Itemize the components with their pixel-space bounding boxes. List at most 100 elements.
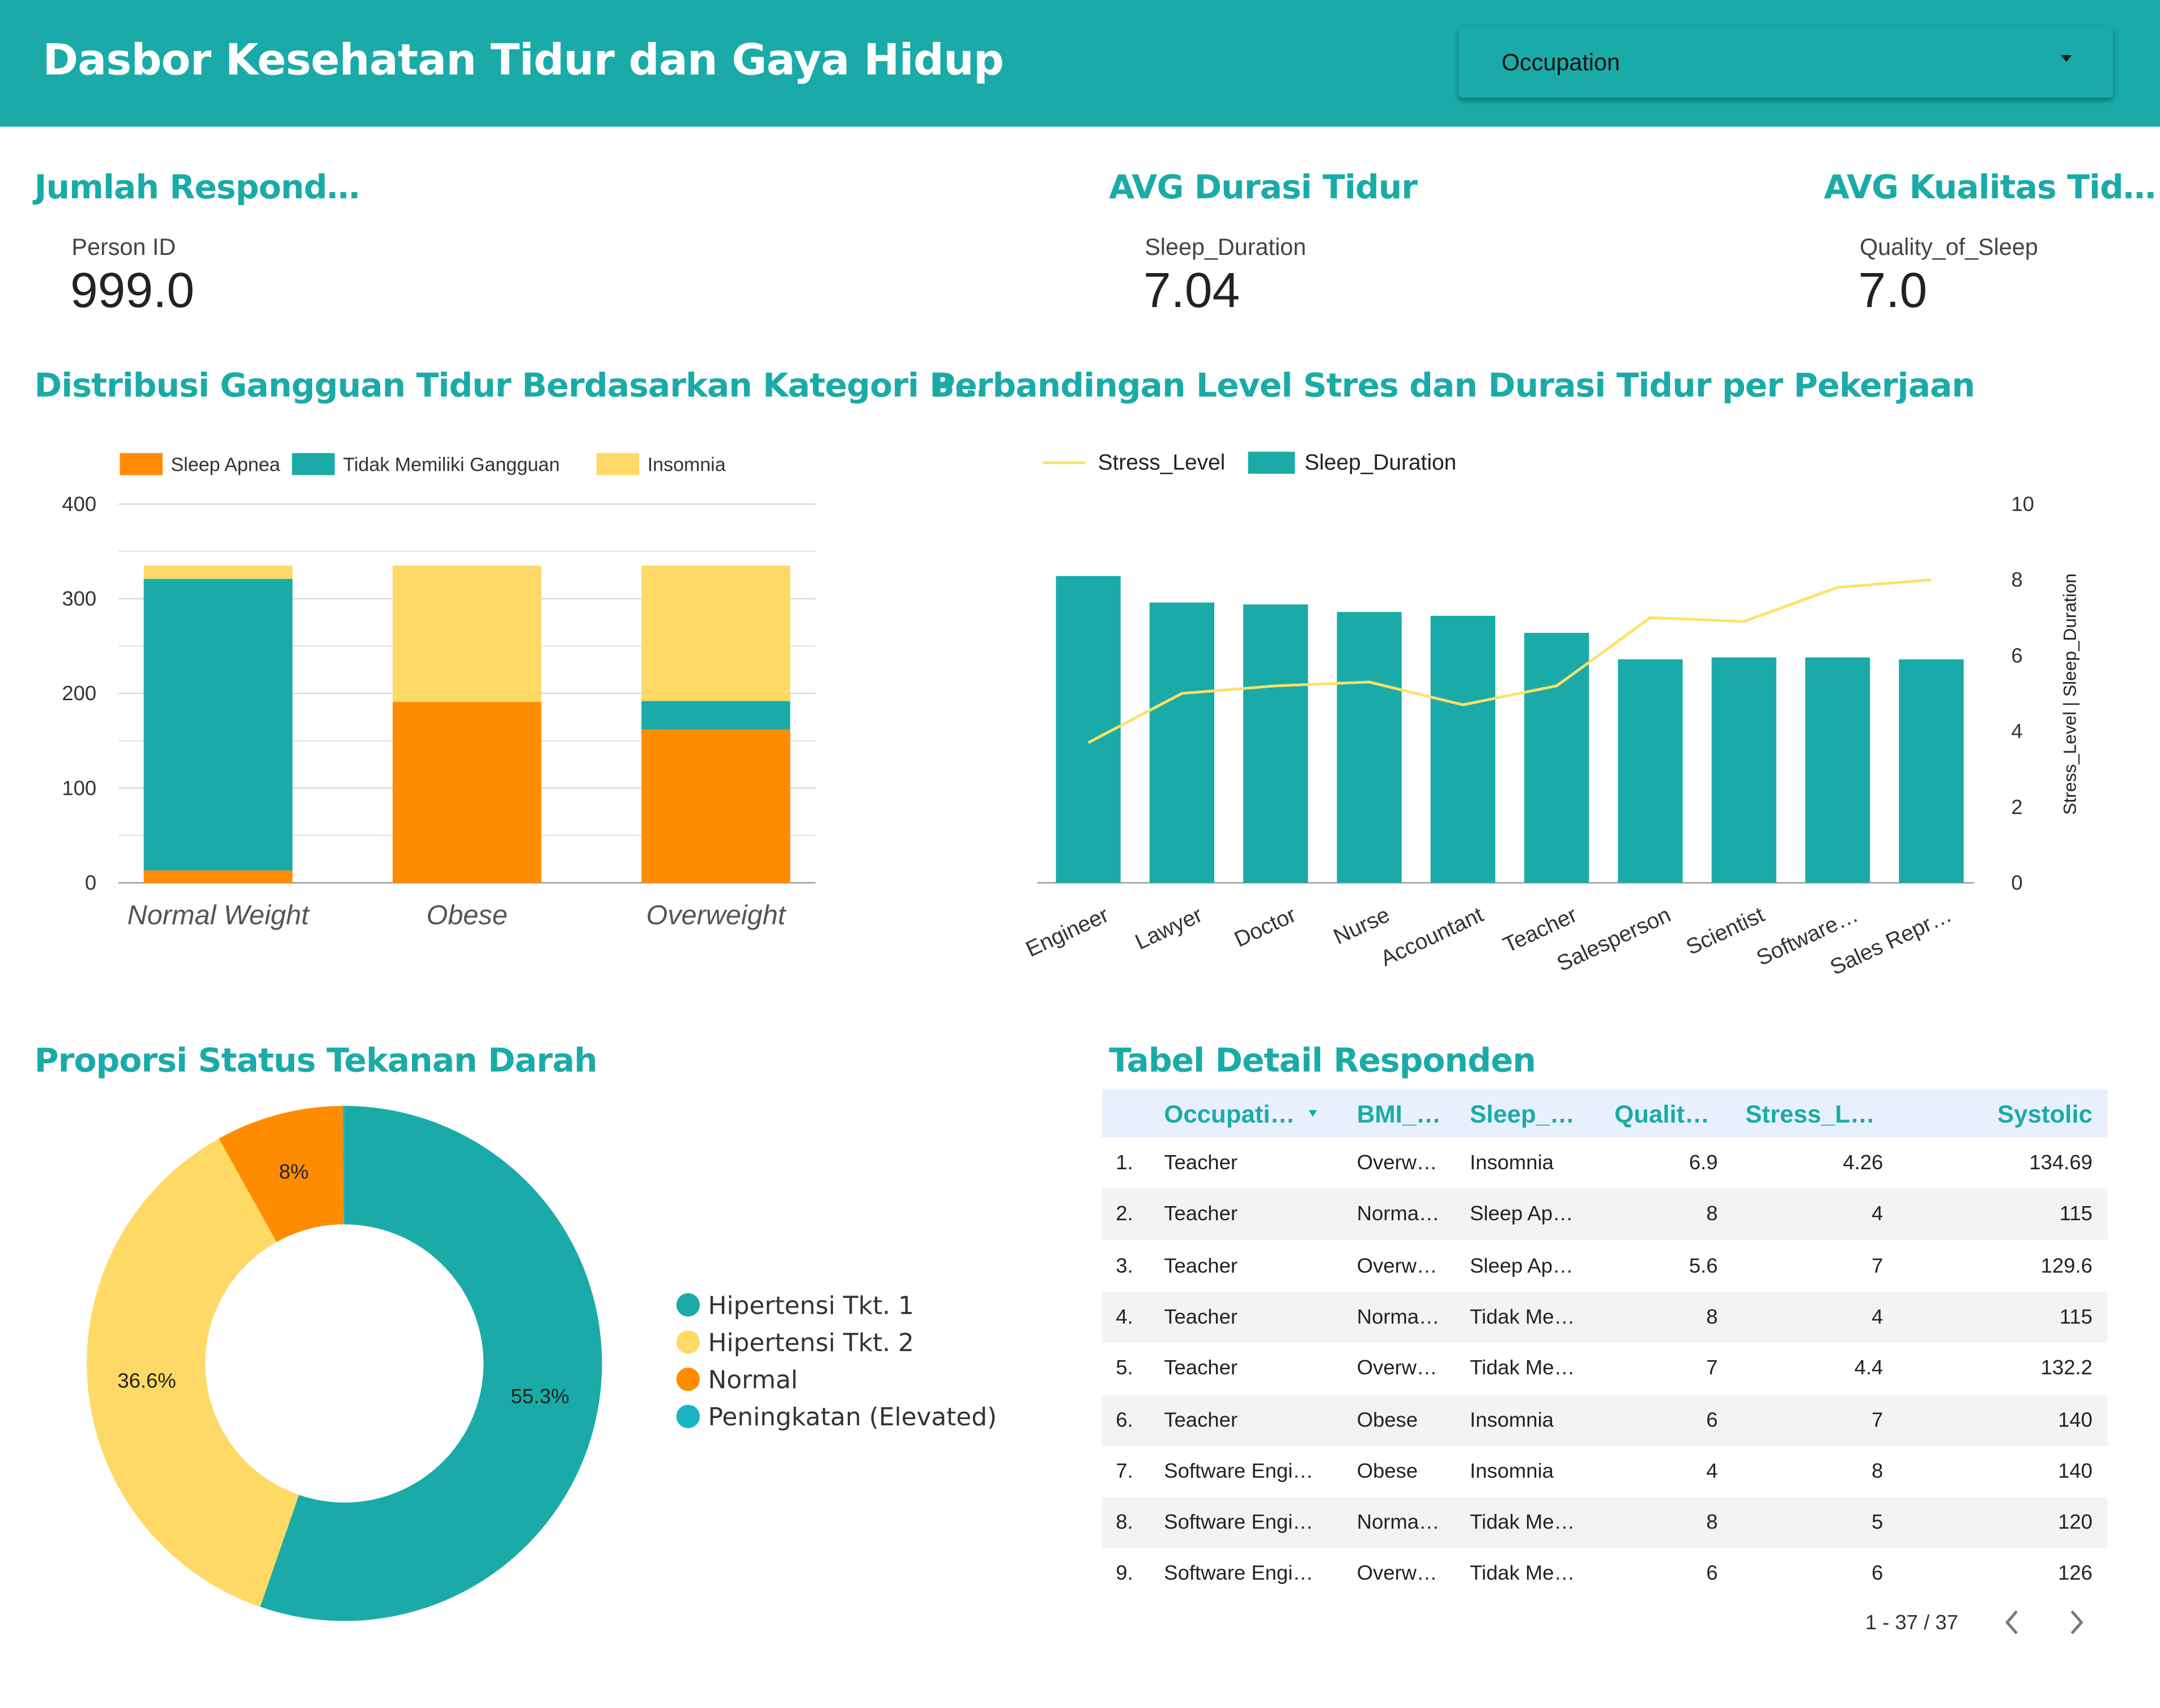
table-cell: Overw… xyxy=(1357,1151,1438,1175)
column-header-stress[interactable]: Stress_L… xyxy=(1745,1100,1883,1129)
y-tick-label: 400 xyxy=(62,492,96,516)
bar xyxy=(1899,659,1964,883)
row-index: 4. xyxy=(1116,1305,1133,1329)
table-row[interactable]: 1. Teacher Overw… Insomnia 6.9 4.26 134.69 xyxy=(1102,1138,2108,1189)
table-row[interactable]: 2. Teacher Norma… Sleep Ap… 8 4 115 xyxy=(1102,1189,2108,1240)
column-header-bmi[interactable]: BMI_… xyxy=(1357,1100,1453,1129)
row-index: 2. xyxy=(1116,1203,1133,1226)
x-tick-label: Accountant xyxy=(1377,902,1487,971)
bar-segment xyxy=(641,729,790,883)
table-cell: Tidak Me… xyxy=(1469,1511,1575,1535)
chevron-left-icon[interactable] xyxy=(2001,1609,2023,1637)
column-header-systolic[interactable]: Systolic xyxy=(1956,1100,2093,1129)
table-cell: Software Engi… xyxy=(1164,1459,1313,1483)
table-cell: Overw… xyxy=(1357,1357,1438,1381)
legend-swatch xyxy=(676,1330,700,1354)
table-cell: 7 xyxy=(1706,1357,1718,1381)
table-row[interactable]: 3. Teacher Overw… Sleep Ap… 5.6 7 129.6 xyxy=(1102,1240,2108,1291)
slice-value-label: 8% xyxy=(279,1160,309,1183)
row-index: 1. xyxy=(1116,1151,1133,1175)
y-tick-label: 8 xyxy=(2011,568,2022,591)
table-cell: Software Engi… xyxy=(1164,1562,1313,1586)
legend-label: Hipertensi Tkt. 1 xyxy=(708,1292,914,1321)
legend-item-normal[interactable]: Normal xyxy=(676,1366,798,1395)
bar-segment xyxy=(143,578,293,871)
table-cell: 6 xyxy=(1706,1408,1718,1432)
legend-label-stress-level: Stress_Level xyxy=(1098,450,1226,475)
kpi-sleep-duration-title: AVG Durasi Tidur xyxy=(1109,168,1418,207)
y-tick-label: 6 xyxy=(2011,644,2022,667)
table-cell: 6 xyxy=(1872,1562,1883,1586)
x-tick-label: Nurse xyxy=(1330,902,1393,949)
column-header-quality[interactable]: Qualit… xyxy=(1614,1100,1724,1129)
table-cell: 4 xyxy=(1872,1203,1883,1226)
bar xyxy=(1430,616,1495,883)
bar-segment xyxy=(143,565,293,579)
kpi-sleep-duration-label: Sleep_Duration xyxy=(1145,234,1307,261)
table-cell: 129.6 xyxy=(2040,1254,2093,1278)
table-cell: 7 xyxy=(1872,1408,1883,1432)
table-cell: 6 xyxy=(1706,1562,1718,1586)
chevron-down-icon[interactable] xyxy=(2060,55,2072,62)
table-row[interactable]: 8. Software Engi… Norma… Tidak Me… 8 5 120 xyxy=(1102,1497,2108,1548)
stacked-chart-title: Distribusi Gangguan Tidur Berdasarkan Ka… xyxy=(34,366,987,405)
kpi-respondents-value: 999.0 xyxy=(70,261,195,318)
table-cell: Obese xyxy=(1357,1408,1418,1432)
legend-swatch-insomnia xyxy=(596,453,640,475)
table-cell: Norma… xyxy=(1357,1203,1440,1226)
kpi-sleep-quality-label: Quality_of_Sleep xyxy=(1859,234,2038,261)
kpi-sleep-duration-value: 7.04 xyxy=(1143,261,1240,318)
x-tick-label: Obese xyxy=(427,900,508,930)
table-cell: Sleep Ap… xyxy=(1469,1254,1574,1278)
occupation-dropdown[interactable]: Occupation xyxy=(1459,27,2114,98)
kpi-respondents-title: Jumlah Respond… xyxy=(34,168,360,207)
bar-segment xyxy=(392,702,542,883)
column-header-occupation[interactable]: Occupati… xyxy=(1164,1100,1302,1129)
column-header-sleep-disorder[interactable]: Sleep_… xyxy=(1470,1100,1594,1129)
bar xyxy=(1711,657,1776,883)
legend-item-hipertensi-2[interactable]: Hipertensi Tkt. 2 xyxy=(676,1329,914,1358)
table-row[interactable]: 9. Software Engi… Overw… Tidak Me… 6 6 126 xyxy=(1102,1549,2108,1600)
table-cell: Overw… xyxy=(1357,1562,1438,1586)
row-index: 9. xyxy=(1116,1562,1133,1586)
legend-swatch xyxy=(676,1404,700,1429)
kpi-sleep-quality-title: AVG Kualitas Tid… xyxy=(1823,168,2156,207)
table-cell: Tidak Me… xyxy=(1469,1562,1575,1586)
table-cell: 126 xyxy=(2057,1562,2093,1586)
chevron-right-icon[interactable] xyxy=(2065,1609,2087,1637)
table-cell: Teacher xyxy=(1164,1151,1238,1175)
table-cell: 4 xyxy=(1872,1305,1883,1329)
x-tick-label: Normal Weight xyxy=(127,900,311,930)
y-tick-label: 4 xyxy=(2011,719,2022,743)
table-cell: Insomnia xyxy=(1469,1408,1554,1432)
legend-item-elevated[interactable]: Peningkatan (Elevated) xyxy=(676,1403,997,1433)
table-cell: 5.6 xyxy=(1689,1254,1718,1278)
table-cell: Tidak Me… xyxy=(1469,1305,1575,1329)
legend-label: Peningkatan (Elevated) xyxy=(708,1403,997,1433)
table-cell: Teacher xyxy=(1164,1203,1238,1226)
x-tick-label: Engineer xyxy=(1022,902,1112,962)
table-cell: Insomnia xyxy=(1469,1151,1554,1175)
table-row[interactable]: 5. Teacher Overw… Tidak Me… 7 4.4 132.2 xyxy=(1102,1343,2108,1394)
table-row[interactable]: 4. Teacher Norma… Tidak Me… 8 4 115 xyxy=(1102,1292,2108,1343)
table-row[interactable]: 6. Teacher Obese Insomnia 6 7 140 xyxy=(1102,1394,2108,1446)
bar xyxy=(1149,602,1215,883)
row-index: 6. xyxy=(1116,1408,1133,1432)
y-tick-label: 2 xyxy=(2011,795,2022,819)
combo-chart-title: Perbandingan Level Stres dan Durasi Tidu… xyxy=(931,366,1975,405)
kpi-sleep-quality-value: 7.0 xyxy=(1858,261,1928,318)
row-index: 3. xyxy=(1116,1254,1133,1278)
table-cell: Tidak Me… xyxy=(1469,1357,1575,1381)
legend-item-hipertensi-1[interactable]: Hipertensi Tkt. 1 xyxy=(676,1292,914,1321)
y-axis-label: Stress_Level | Sleep_Duration xyxy=(2060,573,2080,815)
table-cell: 5 xyxy=(1872,1511,1883,1535)
table-header: Occupati… BMI_… Sleep_… Qualit… Stress_L… xyxy=(1102,1089,2108,1138)
sort-desc-icon[interactable] xyxy=(1308,1110,1317,1117)
kpi-respondents-label: Person ID xyxy=(71,234,176,261)
legend-label: Hipertensi Tkt. 2 xyxy=(708,1329,914,1358)
table-row[interactable]: 7. Software Engi… Obese Insomnia 4 8 140 xyxy=(1102,1446,2108,1497)
table-cell: 4.4 xyxy=(1854,1357,1883,1381)
table-cell: Teacher xyxy=(1164,1408,1238,1432)
occupation-dropdown-label: Occupation xyxy=(1501,49,1620,76)
stress-level-line xyxy=(1087,578,1932,744)
